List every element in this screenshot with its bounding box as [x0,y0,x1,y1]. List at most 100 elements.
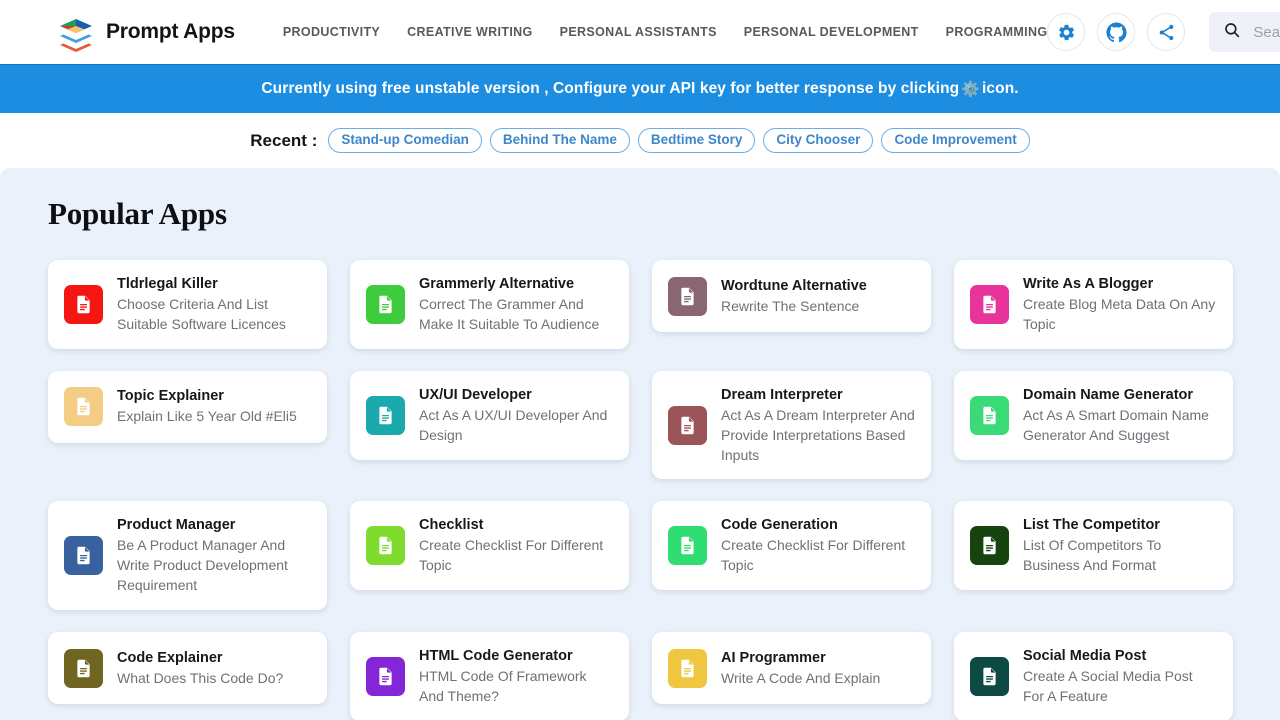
api-key-banner: Currently using free unstable version , … [0,64,1280,113]
card-title: Write As A Blogger [1023,276,1154,292]
page-title: Popular Apps [48,196,227,231]
document-icon [668,405,707,445]
app-card[interactable]: Write As A Blogger Create Blog Meta Data … [954,260,1233,349]
card-description: Create Blog Meta Data On Any Topic [1023,296,1216,332]
header-actions [1047,12,1280,52]
recent-label: Recent : [250,130,318,150]
nav-item-personal-development[interactable]: PERSONAL DEVELOPMENT [744,25,919,39]
document-icon [970,395,1009,435]
card-description: HTML Code Of Framework And Theme? [419,668,587,704]
document-icon [668,648,707,688]
card-title: HTML Code Generator [419,648,573,664]
card-text: Code Explainer What Does This Code Do? [117,648,283,689]
card-title: Code Explainer [117,649,223,666]
card-description: Be A Product Manager And Write Product D… [117,537,288,594]
nav-item-creative-writing[interactable]: CREATIVE WRITING [407,25,533,39]
card-description: Act As A Smart Domain Name Generator And… [1023,406,1209,443]
app-card[interactable]: Domain Name Generator Act As A Smart Doma… [954,370,1233,460]
github-button[interactable] [1097,13,1136,51]
card-title: List The Competitor [1023,517,1160,534]
recent-chip-behind-the-name[interactable]: Behind The Name [489,128,630,153]
settings-button[interactable] [1047,13,1086,51]
card-title: Dream Interpreter [721,386,843,403]
app-card[interactable]: AI Programmer Write A Code And Explain [652,632,931,704]
card-description: Create Checklist For Different Topic [419,537,604,574]
card-description: Act As A Dream Interpreter And Provide I… [721,406,915,463]
app-card[interactable]: Grammerly Alternative Correct The Grammer… [350,260,629,349]
app-card[interactable]: Tldrlegal Killer Choose Criteria And List… [48,260,327,349]
card-description: Choose Criteria And List Suitable Softwa… [117,296,286,332]
card-description: List Of Competitors To Business And Form… [1023,537,1162,574]
card-title: Checklist [419,517,484,534]
stacked-layers-logo-icon [56,12,96,52]
nav-item-programming[interactable]: PROGRAMMING [946,25,1048,39]
main-content: Popular Apps Tldrlegal Killer Choose Crit… [0,168,1280,720]
app-card[interactable]: HTML Code Generator HTML Code Of Framewor… [350,632,629,720]
card-title: Code Generation [721,517,838,534]
banner-text-after: icon. [982,80,1019,97]
card-description: Create Checklist For Different Topic [721,537,906,574]
search-input[interactable] [1253,23,1280,41]
card-title: Tldrlegal Killer [117,276,218,292]
card-text: Tldrlegal Killer Choose Criteria And List… [117,274,311,335]
app-card[interactable]: List The Competitor List Of Competitors T… [954,501,1233,591]
nav-item-personal-assistants[interactable]: PERSONAL ASSISTANTS [560,25,717,39]
share-button[interactable] [1147,13,1186,51]
banner-text-before: Currently using free unstable version , … [261,80,960,97]
nav-item-productivity[interactable]: PRODUCTIVITY [283,25,380,39]
document-icon [64,284,103,324]
search-box[interactable] [1209,12,1280,52]
card-description: Create A Social Media Post For A Feature [1023,668,1193,704]
app-card-grid: Tldrlegal Killer Choose Criteria And List… [48,260,1233,720]
card-text: AI Programmer Write A Code And Explain [721,648,880,689]
card-description: Explain Like 5 Year Old #Eli5 [117,408,297,425]
document-icon [64,648,103,688]
banner-gear-icon: ⚙️ [961,81,980,98]
recent-chip-bedtime-story[interactable]: Bedtime Story [637,128,756,153]
github-icon [1106,21,1127,43]
card-text: HTML Code Generator HTML Code Of Framewor… [419,646,613,707]
brand-name: Prompt Apps [106,20,235,43]
app-card[interactable]: Code Generation Create Checklist For Diff… [652,501,931,591]
card-description: Rewrite The Sentence [721,297,860,314]
app-card[interactable]: Checklist Create Checklist For Different … [350,501,629,591]
document-icon [366,395,405,435]
app-card[interactable]: Dream Interpreter Act As A Dream Interpre… [652,370,931,480]
app-card[interactable]: UX/UI Developer Act As A UX/UI Developer … [350,370,629,460]
card-text: Grammerly Alternative Correct The Grammer… [419,274,613,335]
document-icon [64,387,103,427]
recent-bar: Recent : Stand-up Comedian Behind The Na… [0,113,1280,168]
document-icon [970,526,1009,566]
app-card[interactable]: Topic Explainer Explain Like 5 Year Old #… [48,370,327,443]
app-header: Prompt Apps PRODUCTIVITY CREATIVE WRITIN… [0,0,1280,64]
card-text: Topic Explainer Explain Like 5 Year Old #… [117,386,297,427]
document-icon [970,656,1009,696]
card-title: AI Programmer [721,649,826,666]
document-icon [366,656,405,696]
card-description: What Does This Code Do? [117,669,284,686]
recent-chip-stand-up-comedian[interactable]: Stand-up Comedian [328,128,482,153]
card-title: Wordtune Alternative [721,277,867,294]
card-description: Correct The Grammer And Make It Suitable… [419,296,600,332]
document-icon [366,526,405,566]
card-text: Wordtune Alternative Rewrite The Sentence [721,276,867,317]
gear-icon [1057,23,1076,42]
app-card[interactable]: Social Media Post Create A Social Media P… [954,632,1233,720]
card-title: Topic Explainer [117,388,224,405]
document-icon [668,276,707,316]
search-icon [1223,21,1241,44]
recent-chip-code-improvement[interactable]: Code Improvement [881,128,1030,153]
document-icon [970,284,1009,324]
card-text: Write As A Blogger Create Blog Meta Data … [1023,274,1217,335]
brand[interactable]: Prompt Apps [56,12,235,52]
app-card[interactable]: Wordtune Alternative Rewrite The Sentence [652,260,931,332]
card-text: List The Competitor List Of Competitors T… [1023,515,1217,576]
card-title: Domain Name Generator [1023,386,1194,403]
card-description: Act As A UX/UI Developer And Design [419,406,608,443]
card-title: Product Manager [117,517,236,534]
recent-chip-city-chooser[interactable]: City Chooser [763,128,874,153]
app-card[interactable]: Code Explainer What Does This Code Do? [48,632,327,704]
app-card[interactable]: Product Manager Be A Product Manager And … [48,501,327,610]
document-icon [366,284,405,324]
card-description: Write A Code And Explain [721,669,881,686]
